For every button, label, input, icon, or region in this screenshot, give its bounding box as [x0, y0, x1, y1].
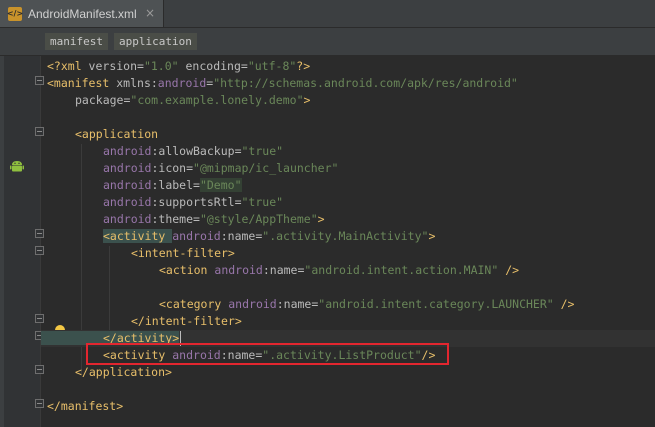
code-line: android:supportsRtl="true" [103, 195, 284, 209]
xml-file-icon: </> [7, 6, 23, 21]
close-tab-icon[interactable]: × [145, 6, 155, 20]
code-line: </manifest> [47, 399, 124, 413]
editor-tab-bar: </> AndroidManifest.xml × [0, 0, 655, 28]
breadcrumb-item-manifest[interactable]: manifest [45, 33, 108, 50]
code-line: android:label="Demo" [103, 178, 242, 192]
code-line: <activity android:name=".activity.MainAc… [103, 229, 436, 243]
breadcrumb-item-application[interactable]: application [114, 33, 197, 50]
code-line: package="com.example.lonely.demo"> [75, 93, 311, 107]
android-icon[interactable] [10, 159, 24, 173]
code-line: </intent-filter> [131, 314, 242, 328]
code-line: </application> [75, 365, 172, 379]
code-line: <?xml version="1.0" encoding="utf-8"?> [47, 59, 311, 73]
highlight-box [86, 343, 449, 365]
code-line: <application [75, 127, 159, 141]
code-line: <action android:name="android.intent.act… [159, 263, 520, 277]
code-line: android:allowBackup="true" [103, 144, 284, 158]
left-tool-strip [0, 56, 4, 427]
tab-android-manifest[interactable]: </> AndroidManifest.xml × [0, 0, 164, 27]
code-line: <manifest xmlns:android="http://schemas.… [47, 76, 518, 90]
code-line: <category android:name="android.intent.c… [159, 297, 575, 311]
code-line: android:icon="@mipmap/ic_launcher" [103, 161, 339, 175]
code-line: android:theme="@style/AppTheme"> [103, 212, 325, 226]
code-editor[interactable]: <?xml version="1.0" encoding="utf-8"?> <… [41, 56, 655, 427]
code-line: <intent-filter> [131, 246, 235, 260]
breadcrumb: manifest application [0, 28, 655, 55]
tab-label: AndroidManifest.xml [28, 6, 137, 21]
